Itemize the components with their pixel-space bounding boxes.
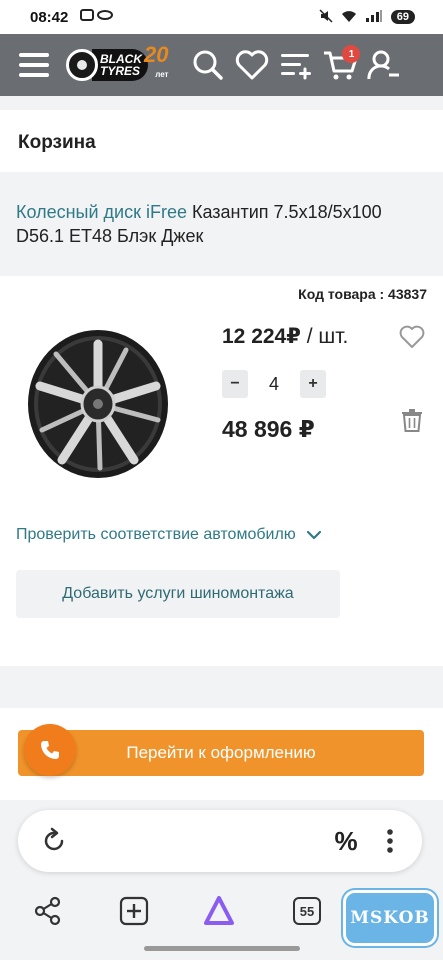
search-icon[interactable] — [186, 43, 230, 87]
new-tab-icon[interactable] — [117, 894, 151, 928]
tabs-count: 55 — [293, 897, 321, 925]
watermark-stamp: MSKOB — [343, 890, 437, 946]
unit-price: 12 224₽ / шт. — [222, 325, 349, 348]
browser-toolbar: % — [18, 810, 422, 872]
site-header: BLACK TYRES 20 лет 1 — [0, 34, 443, 96]
notification-icons — [80, 8, 114, 26]
profile-icon[interactable] — [362, 43, 406, 87]
brand-logo[interactable]: BLACK TYRES 20 лет — [66, 42, 169, 85]
wifi-icon — [341, 9, 357, 26]
alice-assistant-icon[interactable] — [202, 894, 236, 928]
share-icon[interactable] — [31, 894, 65, 928]
battery-indicator: 69 — [390, 10, 415, 24]
favorite-heart-icon[interactable] — [399, 324, 425, 350]
cart-icon[interactable]: 1 — [318, 43, 362, 87]
call-button[interactable] — [24, 724, 76, 776]
check-vehicle-fit-link[interactable]: Проверить соответствие автомобилю — [16, 526, 322, 544]
wheel-image[interactable] — [16, 324, 176, 484]
home-gesture-bar[interactable] — [144, 946, 300, 951]
total-price: 48 896 ₽ — [222, 416, 315, 442]
tabs-count-button[interactable]: 55 — [290, 894, 324, 928]
reload-icon[interactable] — [38, 825, 70, 857]
clock: 08:42 — [30, 8, 69, 26]
signal-icon — [365, 9, 383, 26]
status-bar: 08:42 69 — [0, 0, 443, 34]
add-tire-service-button[interactable]: Добавить услуги шиномонтажа — [16, 570, 340, 618]
chevron-down-icon — [306, 530, 321, 540]
quantity-value[interactable]: 4 — [248, 374, 300, 395]
checkout-area: Перейти к оформлению — [0, 708, 443, 800]
decrease-quantity-button[interactable]: − — [222, 370, 248, 398]
increase-quantity-button[interactable]: + — [300, 370, 326, 398]
discount-icon[interactable]: % — [330, 825, 362, 857]
cart-item-card: Код товара : 43837 12 224₽ / шт. − 4 + 4… — [0, 276, 443, 666]
product-title: Колесный диск iFree Казантип 7.5x18/5x10… — [0, 186, 443, 262]
product-link[interactable]: Колесный диск iFree — [16, 202, 187, 222]
page-title-block: Корзина — [0, 110, 443, 172]
logo-anniversary-badge: 20 лет — [144, 42, 169, 80]
compare-icon[interactable] — [274, 43, 318, 87]
logo-wheel-icon — [66, 49, 98, 81]
menu-icon[interactable] — [12, 43, 56, 87]
phone-icon — [41, 741, 59, 759]
quantity-stepper: − 4 + — [222, 370, 326, 398]
trash-icon[interactable] — [401, 408, 423, 432]
page-title: Корзина — [18, 132, 96, 153]
product-code: Код товара : 43837 — [298, 286, 427, 302]
more-options-icon[interactable] — [374, 825, 406, 857]
mute-icon — [319, 8, 333, 26]
check-fit-label: Проверить соответствие автомобилю — [16, 526, 296, 543]
checkout-button[interactable]: Перейти к оформлению — [18, 730, 424, 776]
logo-line2: TYRES — [100, 64, 141, 78]
heart-icon[interactable] — [230, 43, 274, 87]
